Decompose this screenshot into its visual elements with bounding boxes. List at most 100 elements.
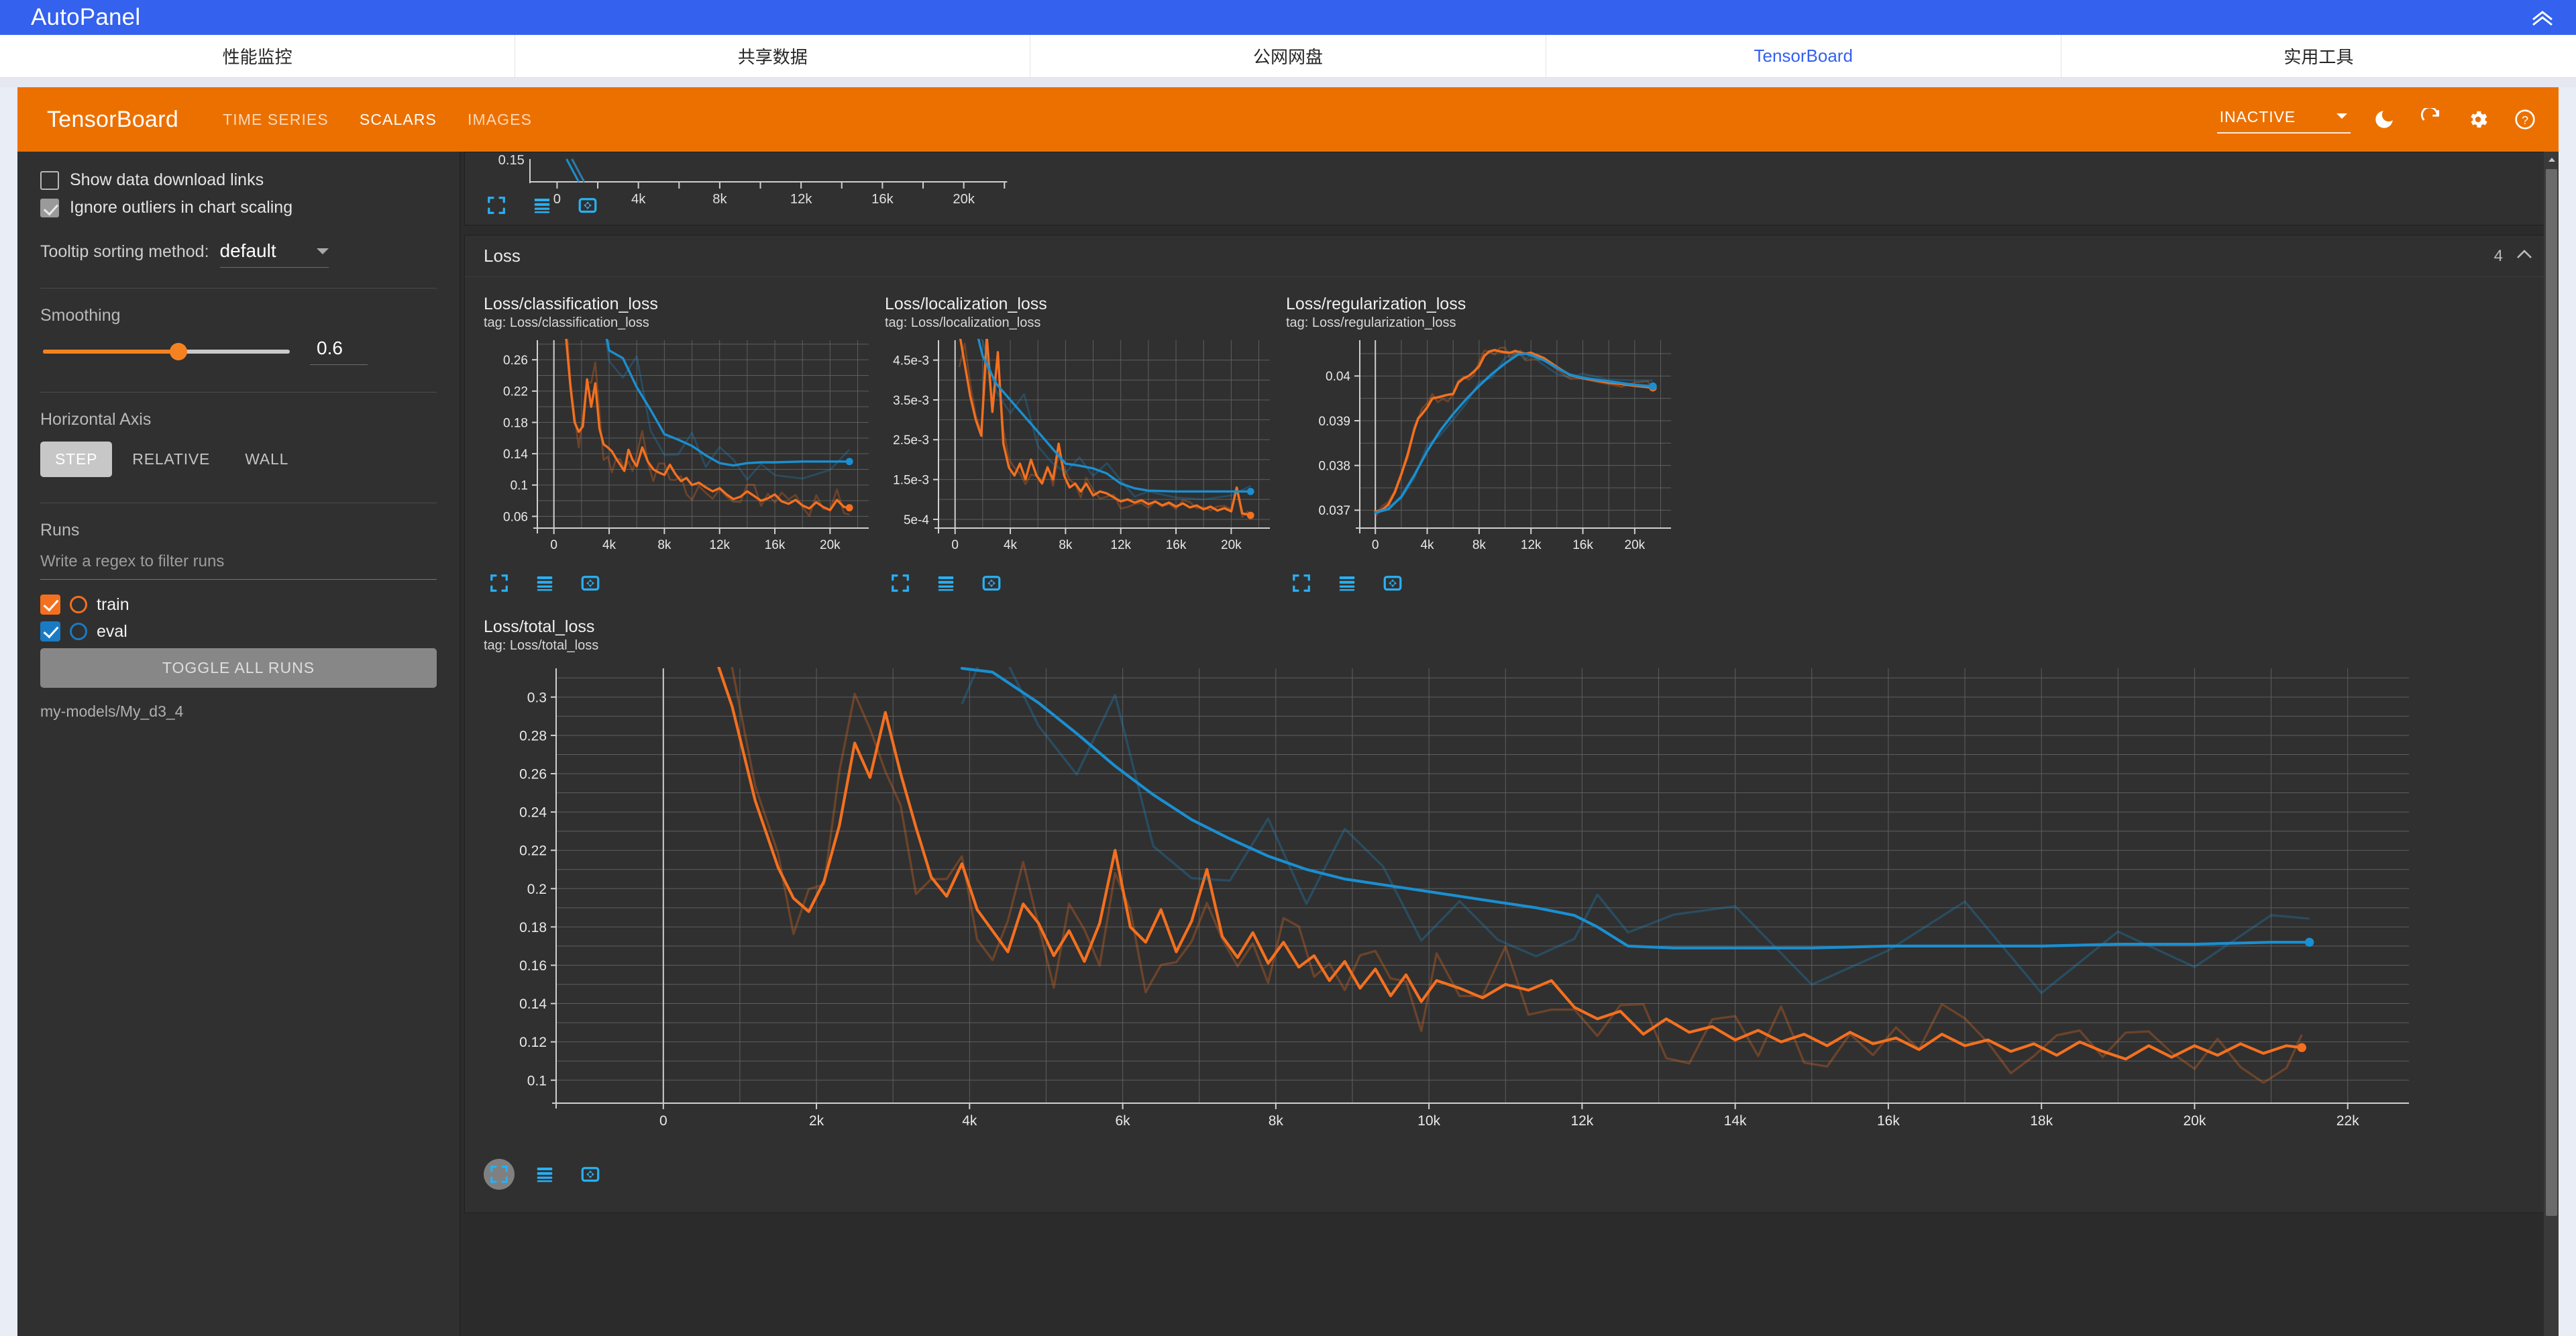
small-charts-row: Loss/classification_loss tag: Loss/class… xyxy=(484,295,2534,599)
tooltip-sorting-value: default xyxy=(219,240,276,261)
svg-text:16k: 16k xyxy=(1572,538,1593,552)
group-header-loss[interactable]: Loss 4 xyxy=(464,235,2553,276)
svg-text:0.038: 0.038 xyxy=(1318,460,1350,474)
run-train-color-dot xyxy=(70,596,87,613)
show-download-links-label: Show data download links xyxy=(70,170,264,189)
smoothing-value-input[interactable]: 0.6 xyxy=(310,338,368,365)
svg-text:0: 0 xyxy=(1372,538,1379,552)
tab-scalars[interactable]: SCALARS xyxy=(360,111,437,129)
tensorboard-logo: TensorBoard xyxy=(47,106,179,132)
svg-text:0.28: 0.28 xyxy=(519,728,547,743)
chart-svg: 0.1 0.12 0.14 0.16 0.18 0.2 0.22 0.24 0.26 0.28 0.… xyxy=(519,667,2409,1129)
reload-state-value: INACTIVE xyxy=(2219,108,2296,125)
horizontal-axis-step-button[interactable]: STEP xyxy=(40,442,113,477)
reset-axes-icon[interactable] xyxy=(575,1159,606,1190)
toggle-all-runs-button[interactable]: TOGGLE ALL RUNS xyxy=(40,648,437,688)
app-tab-utilities[interactable]: 实用工具 xyxy=(2061,35,2576,77)
horizontal-axis-buttons: STEP RELATIVE WALL xyxy=(40,442,437,477)
data-table-icon[interactable] xyxy=(1332,568,1362,599)
smoothing-slider[interactable] xyxy=(43,342,290,360)
run-train-checkbox[interactable] xyxy=(40,595,60,615)
svg-text:4k: 4k xyxy=(631,192,646,207)
chart-tag: tag: Loss/regularization_loss xyxy=(1286,315,1456,330)
show-download-links-checkbox[interactable] xyxy=(40,170,59,190)
expand-chart-icon[interactable] xyxy=(484,568,515,599)
svg-text:12k: 12k xyxy=(709,538,730,552)
svg-text:6k: 6k xyxy=(1115,1113,1130,1129)
reset-axes-icon[interactable] xyxy=(1377,568,1408,599)
expand-chart-icon[interactable] xyxy=(484,1159,515,1190)
ignore-outliers-checkbox[interactable] xyxy=(40,198,59,217)
svg-text:12k: 12k xyxy=(1521,538,1542,552)
help-icon[interactable]: ? xyxy=(2512,106,2538,133)
svg-text:20k: 20k xyxy=(2184,1113,2206,1129)
scroll-up-arrow[interactable] xyxy=(2546,153,2557,166)
app-tab-public-disk[interactable]: 公网网盘 xyxy=(1030,35,1546,77)
chart-plot-localization-loss[interactable]: 5e-4 1.5e-3 2.5e-3 3.5e-3 4.5e-3 0 4k 8k 12k 16k 2… xyxy=(885,331,1281,562)
chart-title: Loss/regularization_loss xyxy=(1286,295,1466,313)
tensorboard-nav: TIME SERIES SCALARS IMAGES xyxy=(223,111,532,129)
svg-text:0: 0 xyxy=(951,538,959,552)
chevron-double-up-icon[interactable] xyxy=(2524,2,2561,33)
smoothing-slider-knob[interactable] xyxy=(170,342,188,360)
app-tab-tensorboard[interactable]: TensorBoard xyxy=(1546,35,2061,77)
run-item-train[interactable]: train xyxy=(40,595,437,615)
dark-mode-icon[interactable] xyxy=(2371,106,2398,133)
tooltip-sorting-label: Tooltip sorting method: xyxy=(40,242,209,261)
svg-text:16k: 16k xyxy=(871,192,894,207)
run-eval-checkbox[interactable] xyxy=(40,621,60,641)
svg-text:3.5e-3: 3.5e-3 xyxy=(893,394,929,408)
chevron-up-icon[interactable] xyxy=(2515,248,2534,264)
svg-text:4k: 4k xyxy=(1420,538,1434,552)
app-tab-performance[interactable]: 性能监控 xyxy=(0,35,516,77)
refresh-icon[interactable] xyxy=(2418,106,2445,133)
chart-card-total-loss: Loss/total_loss tag: Loss/total_loss 0.1… xyxy=(484,617,2534,1190)
svg-text:8k: 8k xyxy=(712,192,727,207)
svg-text:0.26: 0.26 xyxy=(519,767,547,782)
horizontal-axis-title: Horizontal Axis xyxy=(40,410,152,429)
runs-filter-input[interactable]: Write a regex to filter runs xyxy=(40,552,437,580)
svg-text:0.039: 0.039 xyxy=(1318,415,1350,429)
expand-chart-icon[interactable] xyxy=(885,568,916,599)
svg-text:22k: 22k xyxy=(2337,1113,2359,1129)
expand-chart-icon[interactable] xyxy=(481,190,512,221)
horizontal-axis-relative-button[interactable]: RELATIVE xyxy=(117,442,225,477)
charts-scroll-area[interactable]: 0.15 0 4k 8k 12k 16k 20k Loss 4 Loss/cla… xyxy=(460,152,2559,1336)
show-download-links-row[interactable]: Show data download links xyxy=(40,170,437,190)
chart-plot-regularization-loss[interactable]: 0.037 0.038 0.039 0.04 0 4k 8k 12k 16k 20k xyxy=(1286,331,1682,562)
svg-text:12k: 12k xyxy=(790,192,813,207)
svg-text:0: 0 xyxy=(550,538,557,552)
svg-text:2.5e-3: 2.5e-3 xyxy=(893,433,929,448)
svg-text:4k: 4k xyxy=(1004,538,1018,552)
ignore-outliers-row[interactable]: Ignore outliers in chart scaling xyxy=(40,198,437,217)
expand-chart-icon[interactable] xyxy=(1286,568,1317,599)
chart-plot-classification-loss[interactable]: 0.06 0.1 0.14 0.18 0.22 0.26 0 4k 8k 12k 16k 20k xyxy=(484,331,879,562)
svg-text:16k: 16k xyxy=(1166,538,1187,552)
divider xyxy=(40,392,437,393)
gear-icon[interactable] xyxy=(2465,106,2491,133)
data-table-icon[interactable] xyxy=(930,568,961,599)
tooltip-sorting-select[interactable]: default xyxy=(219,240,329,268)
svg-text:0.14: 0.14 xyxy=(519,996,547,1012)
app-tab-shared-data[interactable]: 共享数据 xyxy=(515,35,1031,77)
svg-text:2k: 2k xyxy=(809,1113,824,1129)
run-item-eval[interactable]: eval xyxy=(40,621,437,641)
chart-plot-total-loss[interactable]: 0.1 0.12 0.14 0.16 0.18 0.2 0.22 0.24 0.26 0.28 0.… xyxy=(484,654,2534,1153)
group-chart-count: 4 xyxy=(2493,246,2503,265)
tab-time-series[interactable]: TIME SERIES xyxy=(223,111,329,129)
run-eval-color-dot xyxy=(70,623,87,640)
data-table-icon[interactable] xyxy=(529,568,560,599)
horizontal-axis-wall-button[interactable]: WALL xyxy=(230,442,303,477)
data-table-icon[interactable] xyxy=(527,190,557,221)
reset-axes-icon[interactable] xyxy=(572,190,603,221)
reload-state-select[interactable]: INACTIVE xyxy=(2216,105,2351,134)
reset-axes-icon[interactable] xyxy=(575,568,606,599)
data-table-icon[interactable] xyxy=(529,1159,560,1190)
svg-text:4.5e-3: 4.5e-3 xyxy=(893,354,929,368)
scrollbar-thumb[interactable] xyxy=(2546,169,2557,1216)
svg-text:20k: 20k xyxy=(1221,538,1242,552)
reset-axes-icon[interactable] xyxy=(976,568,1007,599)
tab-images[interactable]: IMAGES xyxy=(468,111,532,129)
vertical-scrollbar[interactable] xyxy=(2544,152,2559,1336)
svg-text:0.04: 0.04 xyxy=(1326,370,1350,384)
